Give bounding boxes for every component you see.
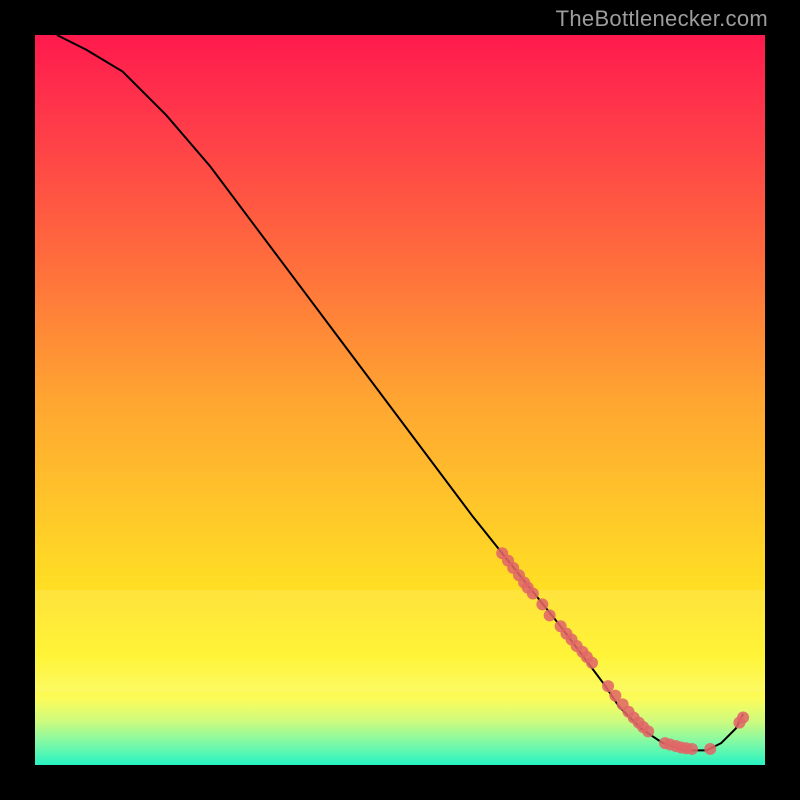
data-point (602, 680, 614, 692)
curve-path (57, 35, 743, 750)
plot-area (35, 35, 765, 765)
curve-layer (57, 35, 743, 750)
data-point (686, 743, 698, 755)
watermark-label: TheBottlenecker.com (556, 6, 768, 32)
plot-svg (35, 35, 765, 765)
data-point (536, 598, 548, 610)
data-point (704, 743, 716, 755)
data-point (586, 657, 598, 669)
points-layer (496, 547, 749, 755)
data-point (642, 725, 654, 737)
data-point (544, 609, 556, 621)
data-point (737, 712, 749, 724)
data-point (527, 587, 539, 599)
chart-stage: TheBottlenecker.com (0, 0, 800, 800)
